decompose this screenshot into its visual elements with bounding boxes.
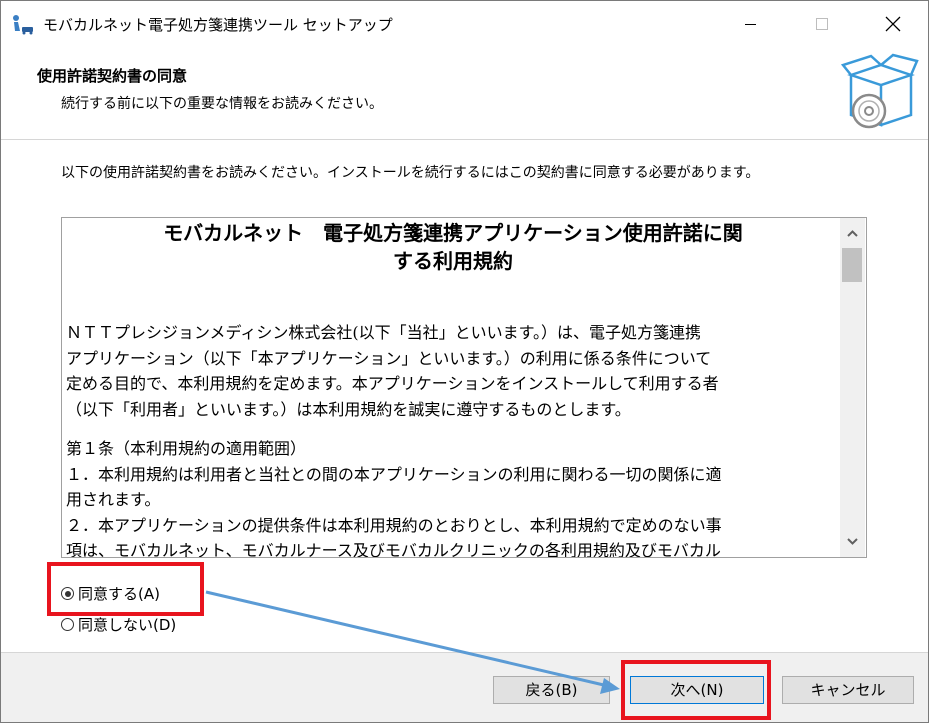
license-content: モバカルネット 電子処方箋連携アプリケーション使用許諾に関 する利用規約 ＮＴＴ… — [66, 218, 840, 558]
setup-app-icon — [13, 15, 33, 35]
scroll-thumb[interactable] — [842, 248, 862, 282]
license-article-heading: 第１条（本利用規約の適用範囲） — [66, 439, 307, 458]
maximize-button[interactable] — [799, 1, 845, 47]
cancel-button[interactable]: キャンセル — [782, 676, 914, 704]
minimize-button[interactable] — [728, 1, 774, 47]
radio-checked-icon[interactable] — [61, 587, 74, 600]
license-title-line: モバカルネット 電子処方箋連携アプリケーション使用許諾に関 — [163, 221, 743, 245]
page-subtitle: 続行する前に以下の重要な情報をお読みください。 — [61, 96, 383, 112]
radio-disagree-label: 同意しない(D) — [78, 616, 177, 634]
license-text-line: （以下「利用者」といいます。）は本利用規約を誠実に遵守するものとします。 — [66, 399, 631, 419]
setup-window: モバカルネット電子処方箋連携ツール セットアップ 使用許諾契約書の同意 続行する… — [0, 0, 929, 723]
wizard-body: 以下の使用許諾契約書をお読みください。インストールを続行するにはこの契約書に同意… — [1, 140, 928, 652]
license-title-line: する利用規約 — [393, 249, 513, 273]
license-text-line: 定める目的で、本利用規約を定めます。本アプリケーションをインストールして利用する… — [66, 374, 719, 393]
close-button[interactable] — [870, 1, 916, 47]
license-text-line: １．本利用規約は利用者と当社との間の本アプリケーションの利用に関わる一切の関係に… — [66, 464, 722, 484]
window-title: モバカルネット電子処方箋連携ツール セットアップ — [43, 16, 393, 34]
license-text-box[interactable]: モバカルネット 電子処方箋連携アプリケーション使用許諾に関 する利用規約 ＮＴＴ… — [61, 217, 867, 558]
license-text-line: 項は、モバカルネット、モバカルナース及びモバカルクリニックの各利用規約及びモバカ… — [66, 541, 721, 558]
radio-unchecked-icon[interactable] — [61, 618, 74, 631]
install-box-icon — [841, 53, 919, 129]
wizard-header: 使用許諾契約書の同意 続行する前に以下の重要な情報をお読みください。 — [1, 47, 928, 140]
page-title: 使用許諾契約書の同意 — [37, 67, 188, 85]
title-bar: モバカルネット電子処方箋連携ツール セットアップ — [1, 1, 928, 47]
wizard-footer: 戻る(B) 次へ(N) キャンセル — [1, 652, 928, 722]
license-text-line: アプリケーション（以下「本アプリケーション」といいます。）の利用に係る条件につい… — [66, 348, 712, 368]
scroll-up-arrow-icon[interactable] — [840, 224, 865, 244]
close-icon — [885, 16, 901, 32]
license-text-line: ＮＴＴプレシジョンメディシン株式会社(以下「当社」といいます。）は、電子処方箋連… — [66, 323, 702, 342]
radio-agree-label: 同意する(A) — [78, 585, 160, 603]
radio-agree[interactable]: 同意する(A) — [61, 583, 160, 604]
scroll-down-arrow-icon[interactable] — [840, 531, 865, 551]
license-text-line: ２．本アプリケーションの提供条件は本利用規約のとおりとし、本利用規約で定めのない… — [66, 515, 722, 535]
license-scrollbar[interactable] — [840, 218, 865, 557]
radio-disagree[interactable]: 同意しない(D) — [61, 614, 176, 635]
license-text-line: 用されます。 — [66, 490, 161, 509]
license-instruction: 以下の使用許諾契約書をお読みください。インストールを続行するにはこの契約書に同意… — [61, 165, 760, 181]
next-button[interactable]: 次へ(N) — [630, 676, 764, 704]
back-button[interactable]: 戻る(B) — [493, 676, 610, 704]
